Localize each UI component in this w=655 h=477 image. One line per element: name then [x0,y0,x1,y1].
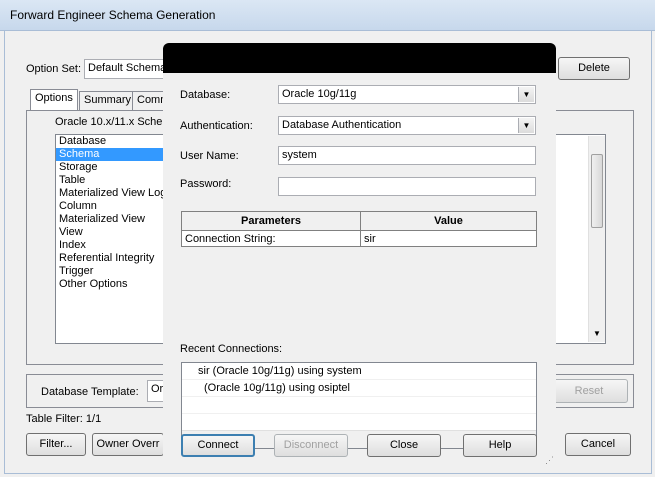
resize-grip-icon[interactable]: ⋰ [545,455,554,466]
password-label: Password: [180,178,232,190]
help-button[interactable]: Help [463,434,537,457]
authentication-value: Database Authentication [282,119,402,131]
close-button[interactable]: Close [367,434,441,457]
filter-button[interactable]: Filter... [26,433,86,456]
option-set-combo[interactable]: Default Schema [84,59,174,79]
chevron-down-icon[interactable]: ▼ [518,87,534,102]
list-item-selected[interactable]: Schema [56,148,164,161]
owner-override-button[interactable]: Owner Overr [92,433,164,456]
password-field[interactable] [278,177,536,196]
list-item[interactable]: Storage [56,161,164,174]
chevron-down-icon[interactable]: ▼ [518,118,534,133]
options-scrollbar[interactable]: ▼ [588,136,605,342]
cancel-button[interactable]: Cancel [565,433,631,456]
tab-summary[interactable]: Summary [79,91,137,111]
table-filter-status: Table Filter: 1/1 [26,413,102,425]
list-item[interactable]: Index [56,239,164,252]
parameters-header: Parameters [181,211,361,231]
list-item[interactable]: View [56,226,164,239]
value-header: Value [360,211,537,231]
option-set-label: Option Set: [26,63,82,75]
group-title: Oracle 10.x/11.x Sche [55,116,163,128]
param-name-cell: Connection String: [181,230,361,247]
category-list[interactable]: Database Schema Storage Table Materializ… [55,134,166,344]
list-item[interactable]: Other Options [56,278,164,291]
authentication-label: Authentication: [180,120,253,132]
database-value: Oracle 10g/11g [282,88,357,100]
username-field[interactable]: system [278,146,536,165]
dialog-body: Database: Oracle 10g/11g ▼ Authenticatio… [163,73,556,468]
database-combo[interactable]: Oracle 10g/11g ▼ [278,85,536,104]
database-label: Database: [180,89,231,101]
list-item[interactable]: Table [56,174,164,187]
recent-connections-label: Recent Connections: [180,343,283,355]
parameters-grid: Parameters Value Connection String: sir [181,211,537,247]
db-template-label: Database Template: [41,386,139,398]
table-row[interactable]: Connection String: sir [181,230,537,247]
disconnect-button[interactable]: Disconnect [274,434,348,457]
list-item-empty [182,397,536,414]
window-title: Forward Engineer Schema Generation [10,8,216,22]
list-item[interactable]: (Oracle 10g/11g) using osiptel [182,380,536,397]
username-label: User Name: [180,150,239,162]
delete-button[interactable]: Delete [558,57,630,80]
tab-options[interactable]: Options [30,89,78,111]
connection-dialog: Database: Oracle 10g/11g ▼ Authenticatio… [163,43,556,468]
list-item[interactable]: Database [56,135,164,148]
scroll-thumb[interactable] [591,154,603,228]
scroll-down-icon[interactable]: ▼ [589,326,605,341]
list-item[interactable]: Column [56,200,164,213]
list-item[interactable]: Materialized View [56,213,164,226]
list-item[interactable]: Referential Integrity [56,252,164,265]
authentication-combo[interactable]: Database Authentication ▼ [278,116,536,135]
list-item[interactable]: Materialized View Log [56,187,166,200]
param-value-cell[interactable]: sir [360,230,537,247]
title-bar: Forward Engineer Schema Generation [0,0,655,31]
reset-button[interactable]: Reset [550,379,628,403]
connect-button[interactable]: Connect [181,434,255,457]
list-item[interactable]: Trigger [56,265,164,278]
list-item[interactable]: sir (Oracle 10g/11g) using system [182,363,536,380]
